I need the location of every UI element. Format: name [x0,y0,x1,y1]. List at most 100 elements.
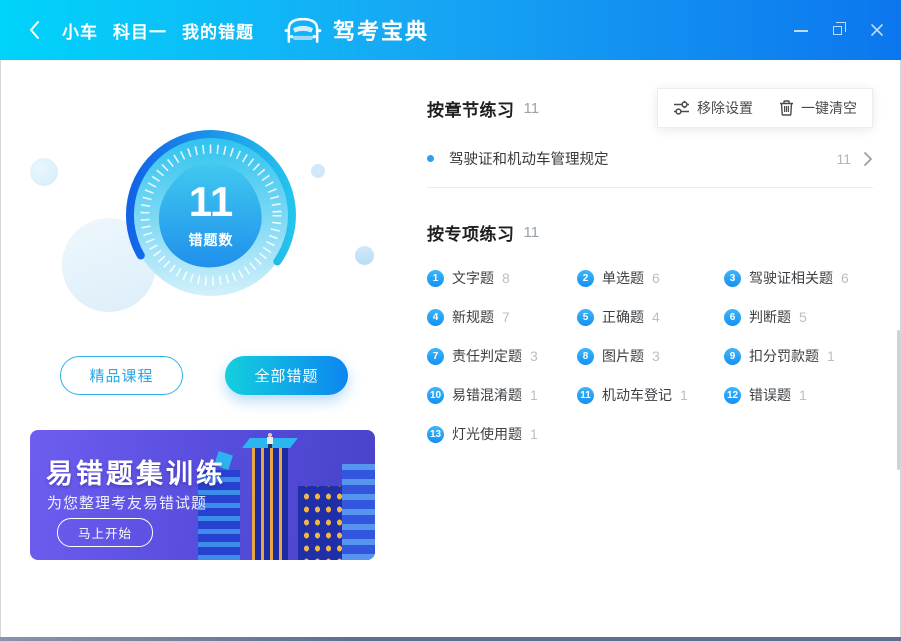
special-item-label: 文字题 [452,268,494,288]
chevron-left-icon [28,20,40,40]
app-window: 小车 科目一 我的错题 驾考宝典 [0,0,901,641]
minimize-icon [794,30,808,32]
special-item-registration[interactable]: 11 机动车登记 1 [577,386,724,404]
special-item-count: 3 [652,348,660,364]
special-item-count: 6 [652,270,660,286]
special-item-license-related[interactable]: 3 驾驶证相关题 6 [724,269,873,287]
menu-item-vehicle[interactable]: 小车 [62,18,98,43]
special-item-count: 1 [530,387,538,403]
chevron-right-icon [863,151,873,167]
number-badge: 10 [427,387,444,404]
special-item-label: 错误题 [749,385,791,405]
special-item-count: 4 [652,309,660,325]
right-panel: 按章节练习 11 移除设置 [427,60,901,637]
wrong-count-gauge: 11 错题数 [122,126,300,304]
minimize-button[interactable] [793,22,809,38]
special-item-label: 易错混淆题 [452,385,522,405]
special-item-count: 3 [530,348,538,364]
number-badge: 11 [577,387,594,404]
special-item-label: 图片题 [602,346,644,366]
wrong-count-value: 11 [189,180,233,224]
special-section-count: 11 [524,224,540,241]
special-section-title: 按专项练习 [427,220,515,245]
app-name: 驾考宝典 [333,14,429,46]
clear-all-label: 一键清空 [801,98,857,118]
decorative-bubble [355,246,374,265]
trash-icon [779,100,794,116]
special-item-picture[interactable]: 8 图片题 3 [577,347,724,365]
special-item-wrong[interactable]: 12 错误题 1 [724,386,873,404]
number-badge: 5 [577,309,594,326]
bullet-dot-icon [427,155,434,162]
special-item-judgment[interactable]: 6 判断题 5 [724,308,873,326]
decorative-bubble [311,164,325,178]
special-item-count: 1 [799,387,807,403]
special-item-correct[interactable]: 5 正确题 4 [577,308,724,326]
actions-card: 移除设置 一键清空 [657,88,873,128]
banner-start-button[interactable]: 马上开始 [57,518,153,547]
banner-building [342,464,375,560]
all-wrong-questions-button[interactable]: 全部错题 [225,356,348,395]
premium-courses-button[interactable]: 精品课程 [60,356,183,395]
special-item-label: 灯光使用题 [452,424,522,444]
number-badge: 7 [427,348,444,365]
number-badge: 13 [427,426,444,443]
special-item-count: 6 [841,270,849,286]
special-practice-grid: 1 文字题 8 2 单选题 6 3 驾驶证相关题 6 4 新规题 7 [427,269,873,443]
special-item-count: 1 [680,387,688,403]
remove-settings-label: 移除设置 [697,98,753,118]
special-item-label: 新规题 [452,307,494,327]
special-item-label: 扣分罚款题 [749,346,819,366]
clear-all-button[interactable]: 一键清空 [779,98,857,118]
window-bottom-edge [0,637,901,641]
number-badge: 9 [724,348,741,365]
chapter-section-title: 按章节练习 [427,96,515,121]
special-section-header: 按专项练习 11 [427,220,873,245]
chapter-row[interactable]: 驾驶证和机动车管理规定 11 [427,148,873,188]
close-button[interactable] [869,22,885,38]
special-item-count: 1 [530,426,538,442]
special-item-penalty[interactable]: 9 扣分罚款题 1 [724,347,873,365]
special-item-label: 正确题 [602,307,644,327]
chapter-label: 驾驶证和机动车管理规定 [449,148,609,169]
special-item-count: 1 [827,348,835,364]
number-badge: 12 [724,387,741,404]
special-item-confusing[interactable]: 10 易错混淆题 1 [427,386,577,404]
titlebar: 小车 科目一 我的错题 驾考宝典 [0,0,901,60]
restore-button[interactable] [831,22,847,38]
special-item-text-questions[interactable]: 1 文字题 8 [427,269,577,287]
number-badge: 1 [427,270,444,287]
special-item-single-choice[interactable]: 2 单选题 6 [577,269,724,287]
number-badge: 6 [724,309,741,326]
special-item-label: 责任判定题 [452,346,522,366]
special-item-lights[interactable]: 13 灯光使用题 1 [427,425,577,443]
number-badge: 4 [427,309,444,326]
special-item-count: 5 [799,309,807,325]
window-controls [793,0,885,60]
chapter-count: 11 [836,151,851,167]
number-badge: 8 [577,348,594,365]
special-item-count: 8 [502,270,510,286]
close-icon [869,22,885,38]
remove-settings-button[interactable]: 移除设置 [673,98,753,118]
wrong-count-label: 错题数 [189,230,234,250]
scrollbar-thumb[interactable] [897,330,900,470]
banner-subtitle: 为您整理考友易错试题 [47,492,207,513]
restore-icon [833,26,842,35]
menu-item-my-mistakes[interactable]: 我的错题 [182,18,254,43]
special-item-label: 驾驶证相关题 [749,268,833,288]
left-panel: 11 错题数 精品课程 全部错题 易错题集训练 为您整理考友易错试题 马上 [0,60,427,637]
chapter-section-header: 按章节练习 11 移除设置 [427,88,873,128]
special-item-label: 判断题 [749,307,791,327]
gauge-readout: 11 错题数 [122,126,300,304]
menu-item-subject[interactable]: 科目一 [113,18,167,43]
special-item-liability[interactable]: 7 责任判定题 3 [427,347,577,365]
banner-building [252,446,288,560]
chapter-section-count: 11 [524,100,540,117]
back-button[interactable] [14,20,54,40]
main-content: 11 错题数 精品课程 全部错题 易错题集训练 为您整理考友易错试题 马上 [0,60,901,637]
number-badge: 3 [724,270,741,287]
special-item-new-rules[interactable]: 4 新规题 7 [427,308,577,326]
promo-banner[interactable]: 易错题集训练 为您整理考友易错试题 马上开始 [30,430,375,560]
banner-person-figure [267,433,273,448]
